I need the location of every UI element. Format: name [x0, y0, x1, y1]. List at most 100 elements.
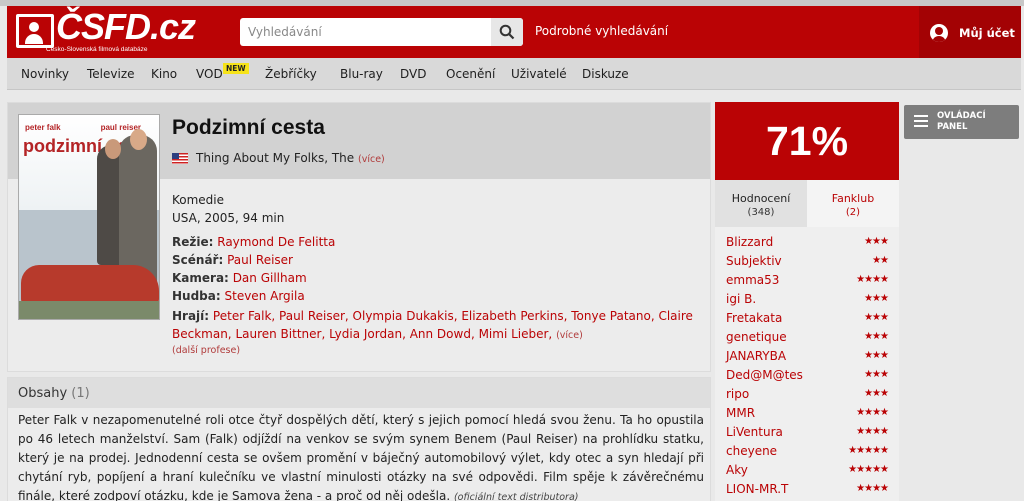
user-link[interactable]: LiVentura	[726, 425, 783, 439]
plot-source-note: (oficiální text distributora)	[453, 492, 579, 501]
list-item: LION-MR.T ★★★★	[715, 480, 899, 499]
user-link[interactable]: Fretakata	[726, 311, 782, 325]
user-link[interactable]: Subjektiv	[726, 254, 782, 268]
credit-music: Hudba: Steven Argila	[172, 289, 305, 303]
nav-item-oceneni[interactable]: Ocenění	[446, 67, 495, 81]
list-item: Fretakata ★★★	[715, 309, 899, 328]
music-link[interactable]: Steven Argila	[225, 289, 305, 303]
star-rating-icon: ★★★	[864, 236, 889, 247]
logo-film-icon	[16, 14, 54, 48]
nav-item-diskuze[interactable]: Diskuze	[582, 67, 629, 81]
list-item: cheyene ★★★★★	[715, 442, 899, 461]
star-rating-icon: ★★★	[864, 388, 889, 399]
credit-writer: Scénář: Paul Reiser	[172, 253, 293, 267]
movie-title: Podzimní cesta	[172, 116, 325, 139]
user-link[interactable]: Ded@M@tes	[726, 368, 803, 382]
camera-link[interactable]: Dan Gillham	[233, 271, 307, 285]
star-rating-icon: ★★★	[864, 312, 889, 323]
list-item: MMR ★★★★	[715, 404, 899, 423]
new-badge: NEW	[223, 63, 249, 74]
control-panel-button[interactable]: OVLÁDACÍ PANEL	[904, 105, 1019, 139]
usa-flag-icon	[172, 153, 188, 164]
user-link[interactable]: LION-MR.T	[726, 482, 788, 496]
other-professions-link[interactable]: (další profese)	[172, 345, 240, 356]
star-rating-icon: ★★★	[864, 369, 889, 380]
user-link[interactable]: JANARYBA	[726, 349, 786, 363]
logo-subtitle: Česko-Slovenská filmová databáze	[46, 46, 148, 53]
star-rating-icon: ★★★★	[856, 407, 889, 418]
user-link[interactable]: ripo	[726, 387, 749, 401]
credit-camera: Kamera: Dan Gillham	[172, 271, 307, 285]
movie-poster[interactable]: peter falk paul reiser podzimní cesta	[18, 114, 160, 320]
logo-text: ČSFD.cz	[56, 6, 196, 47]
nav-item-televize[interactable]: Televize	[87, 67, 135, 81]
nav-item-dvd[interactable]: DVD	[400, 67, 426, 81]
star-rating-icon: ★★★★★	[848, 445, 889, 456]
nav-item-novinky[interactable]: Novinky	[21, 67, 69, 81]
user-link[interactable]: MMR	[726, 406, 755, 420]
tab-ratings[interactable]: Hodnocení (348)	[715, 180, 807, 227]
cast-more-link[interactable]: (více)	[556, 330, 583, 341]
star-rating-icon: ★★★	[864, 331, 889, 342]
user-link[interactable]: cheyene	[726, 444, 777, 458]
nav-item-zebricky[interactable]: Žebříčky	[265, 67, 317, 81]
star-rating-icon: ★★	[872, 255, 889, 266]
original-title-more-link[interactable]: (více)	[358, 154, 385, 165]
plot-header	[8, 378, 710, 408]
writer-link[interactable]: Paul Reiser	[227, 253, 293, 267]
user-icon	[930, 24, 948, 42]
nav-item-vod[interactable]: VOD	[196, 67, 223, 81]
list-item: JANARYBA ★★★	[715, 347, 899, 366]
tab-fanclub[interactable]: Fanklub (2)	[807, 180, 899, 227]
director-link[interactable]: Raymond De Felitta	[217, 235, 335, 249]
star-rating-icon: ★★★★	[856, 426, 889, 437]
star-rating-icon: ★★★	[864, 293, 889, 304]
original-title: Thing About My Folks, The (více)	[196, 151, 385, 165]
movie-card: peter falk paul reiser podzimní cesta Pod…	[7, 102, 711, 372]
menu-icon	[914, 115, 928, 127]
site-header: ČSFD.cz Česko-Slovenská filmová databáze…	[7, 6, 1021, 58]
advanced-search-link[interactable]: Podrobné vyhledávání	[535, 24, 668, 38]
user-link[interactable]: Aky	[726, 463, 748, 477]
list-item: LiVentura ★★★★	[715, 423, 899, 442]
search-icon	[499, 24, 515, 40]
nav-item-kino[interactable]: Kino	[151, 67, 177, 81]
list-item: Blizzard ★★★	[715, 233, 899, 252]
user-link[interactable]: igi B.	[726, 292, 756, 306]
account-button[interactable]: Můj účet	[919, 6, 1021, 58]
list-item: Ded@M@tes ★★★	[715, 366, 899, 385]
plot-heading: Obsahy (1)	[18, 386, 90, 401]
star-rating-icon: ★★★★★	[848, 464, 889, 475]
control-panel-label: OVLÁDACÍ PANEL	[937, 111, 986, 132]
account-label: Můj účet	[959, 26, 1015, 40]
plot-count: (1)	[71, 386, 90, 401]
user-link[interactable]: emma53	[726, 273, 779, 287]
star-rating-icon: ★★★★	[856, 274, 889, 285]
nav-item-uzivatele[interactable]: Uživatelé	[511, 67, 567, 81]
rating-box: 71%	[715, 102, 899, 180]
origin-info: USA, 2005, 94 min	[172, 211, 285, 225]
star-rating-icon: ★★★	[864, 350, 889, 361]
list-item: emma53 ★★★★	[715, 271, 899, 290]
cast-links[interactable]: Peter Falk, Paul Reiser, Olympia Dukakis…	[172, 309, 693, 341]
nav-item-bluray[interactable]: Blu-ray	[340, 67, 383, 81]
site-logo[interactable]: ČSFD.cz Česko-Slovenská filmová databáze	[16, 6, 196, 56]
genre: Komedie	[172, 193, 225, 207]
list-item: genetique ★★★	[715, 328, 899, 347]
search-button[interactable]	[491, 18, 523, 46]
user-ratings-list: Blizzard ★★★ Subjektiv ★★ emma53 ★★★★ igi B…	[715, 233, 899, 499]
user-link[interactable]: genetique	[726, 330, 787, 344]
list-item: ripo ★★★	[715, 385, 899, 404]
rating-panel: 71% Hodnocení (348) Fanklub (2) Blizzard…	[715, 102, 899, 501]
list-item: Aky ★★★★★	[715, 461, 899, 480]
poster-car	[21, 265, 159, 305]
search-box	[240, 18, 523, 46]
credit-cast: Hrají: Peter Falk, Paul Reiser, Olympia …	[172, 309, 693, 341]
star-rating-icon: ★★★★	[856, 483, 889, 494]
list-item: Subjektiv ★★	[715, 252, 899, 271]
search-input[interactable]	[240, 18, 490, 46]
plot-card: Obsahy (1) Peter Falk v nezapomenutelné …	[7, 377, 711, 501]
credit-director: Režie: Raymond De Felitta	[172, 235, 336, 249]
main-nav: Novinky Televize Kino VOD NEW Žebříčky B…	[7, 58, 1021, 90]
user-link[interactable]: Blizzard	[726, 235, 773, 249]
